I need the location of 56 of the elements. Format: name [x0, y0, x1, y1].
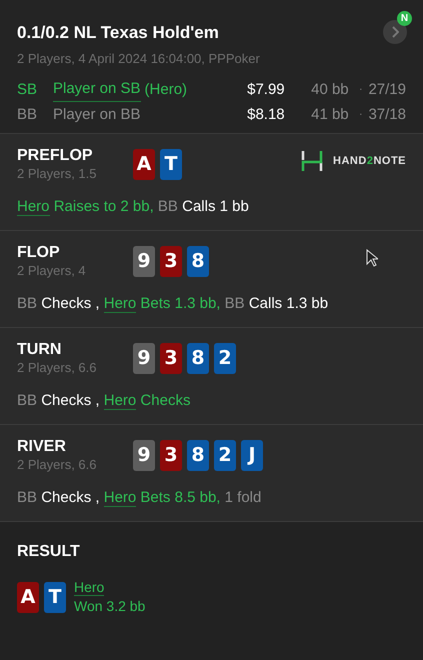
- stack-bb: 41 bb: [311, 104, 350, 124]
- street-info: 2 Players, 6.6: [17, 457, 98, 473]
- position-label: SB: [17, 80, 38, 100]
- playing-card: 2: [214, 440, 236, 471]
- street-info: 2 Players, 1.5: [17, 166, 98, 182]
- playing-card: 3: [160, 343, 182, 374]
- hand-title: 0.1/0.2 NL Texas Hold'em: [17, 22, 220, 44]
- action-line: BB Checks , Hero Bets 8.5 bb, 1 fold: [17, 488, 262, 508]
- stack-amount: $7.99: [247, 80, 286, 100]
- player-stats: 27/19: [368, 80, 406, 100]
- hero-tag: (Hero): [144, 78, 188, 101]
- playing-card: A: [17, 582, 39, 612]
- hand-subtitle: 2 Players, 4 April 2024 16:04:00, PPPoker: [17, 50, 261, 68]
- logo-text: HAND2NOTE: [333, 154, 406, 169]
- chevron-right-icon: [391, 26, 399, 38]
- playing-card: J: [241, 440, 263, 471]
- playing-card: 9: [133, 343, 155, 374]
- playing-card: 2: [214, 343, 236, 374]
- separator-dot: ·: [359, 108, 362, 122]
- playing-card: T: [160, 149, 182, 180]
- next-button[interactable]: [383, 20, 407, 44]
- action-line: BB Checks , Hero Bets 1.3 bb, BB Calls 1.3 bb: [17, 294, 330, 314]
- playing-card: 9: [133, 440, 155, 471]
- mouse-cursor-icon: [366, 249, 378, 267]
- player-stats: 37/18: [368, 104, 406, 124]
- playing-card: 8: [187, 246, 209, 277]
- playing-card: 9: [133, 246, 155, 277]
- hero-link[interactable]: Hero: [104, 295, 136, 313]
- winnings-text: Won 3.2 bb: [74, 597, 146, 616]
- logo-icon: [301, 150, 324, 172]
- street-title: FLOP: [17, 243, 61, 263]
- position-label: BB: [17, 104, 38, 124]
- hero-link[interactable]: Hero: [74, 579, 104, 596]
- hero-link[interactable]: Hero: [104, 392, 136, 410]
- player-name: Player on BB: [53, 104, 141, 124]
- street-info: 2 Players, 4: [17, 263, 87, 279]
- playing-card: 3: [160, 246, 182, 277]
- street-title: PREFLOP: [17, 146, 94, 166]
- street-info: 2 Players, 6.6: [17, 360, 98, 376]
- hero-link[interactable]: Hero: [17, 198, 50, 216]
- result-title: RESULT: [17, 542, 81, 562]
- playing-card: 8: [187, 343, 209, 374]
- playing-card: 8: [187, 440, 209, 471]
- hero-link[interactable]: Player on SB: [53, 78, 141, 102]
- separator-dot: ·: [359, 83, 362, 98]
- action-line: BB Checks , Hero Checks: [17, 391, 192, 411]
- stack-amount: $8.18: [247, 104, 286, 124]
- street-title: TURN: [17, 340, 62, 360]
- playing-card: 3: [160, 440, 182, 471]
- hero-link[interactable]: Hero: [104, 489, 136, 507]
- playing-card: T: [44, 582, 66, 612]
- stack-bb: 40 bb: [311, 80, 350, 100]
- street-title: RIVER: [17, 437, 67, 457]
- playing-card: A: [133, 149, 155, 180]
- action-line: Hero Raises to 2 bb, BB Calls 1 bb: [17, 197, 250, 217]
- notification-badge: N: [397, 11, 412, 26]
